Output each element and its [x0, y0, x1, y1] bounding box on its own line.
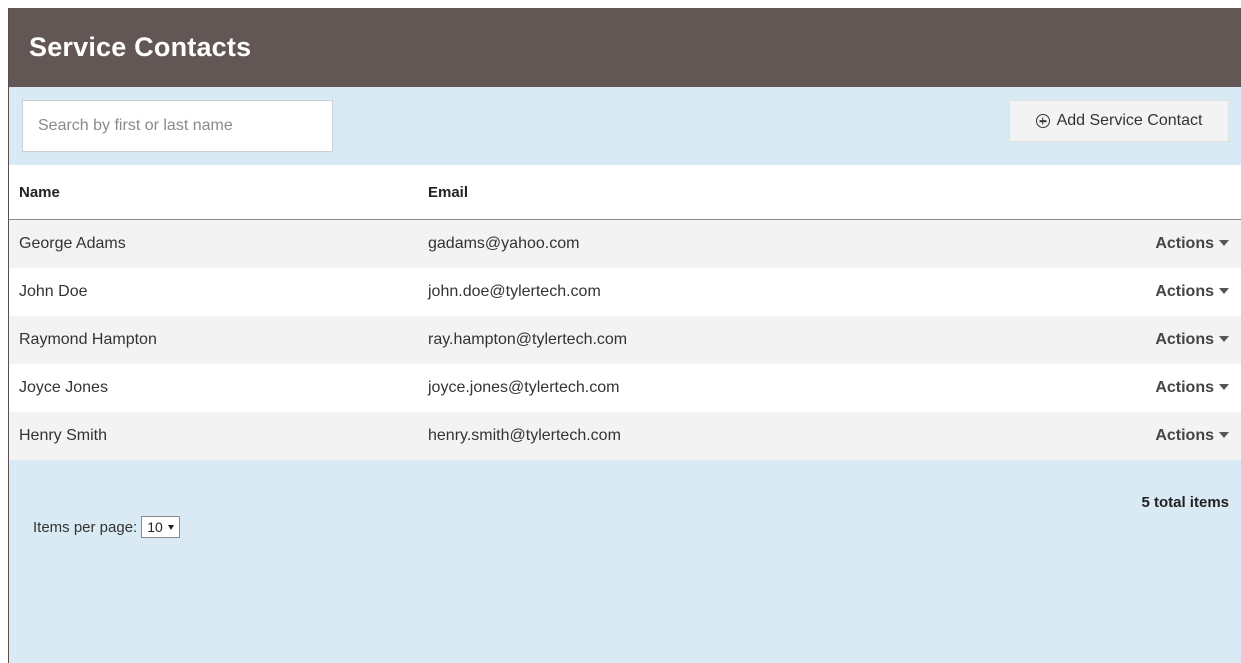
actions-dropdown-button[interactable]: Actions	[1155, 283, 1229, 300]
contact-email: gadams@yahoo.com	[418, 219, 998, 268]
add-service-contact-label: Add Service Contact	[1056, 112, 1203, 129]
service-contacts-panel: Service Contacts Add Service Contact Nam…	[8, 8, 1241, 663]
actions-cell: Actions	[998, 316, 1241, 364]
actions-label: Actions	[1155, 283, 1214, 300]
actions-dropdown-button[interactable]: Actions	[1155, 427, 1229, 444]
contact-email: joyce.jones@tylertech.com	[418, 364, 998, 412]
contact-email: henry.smith@tylertech.com	[418, 412, 998, 460]
contacts-table: Name Email George Adams gadams@yahoo.com…	[9, 165, 1241, 460]
contact-name: Henry Smith	[9, 412, 418, 460]
actions-label: Actions	[1155, 427, 1214, 444]
actions-cell: Actions	[998, 219, 1241, 268]
actions-dropdown-button[interactable]: Actions	[1155, 379, 1229, 396]
caret-down-icon	[1219, 335, 1229, 342]
table-footer: 5 total items Items per page: 10	[9, 460, 1241, 660]
contact-name: Joyce Jones	[9, 364, 418, 412]
caret-down-icon	[1219, 239, 1229, 246]
search-input[interactable]	[22, 100, 333, 152]
contact-email: ray.hampton@tylertech.com	[418, 316, 998, 364]
contact-email: john.doe@tylertech.com	[418, 268, 998, 316]
total-items-count: 5 total items	[1141, 494, 1229, 511]
items-per-page: Items per page: 10	[33, 516, 180, 538]
items-per-page-label: Items per page:	[33, 518, 138, 536]
caret-down-icon	[1219, 431, 1229, 438]
actions-label: Actions	[1155, 331, 1214, 348]
actions-dropdown-button[interactable]: Actions	[1155, 235, 1229, 252]
select-caret-down-icon	[167, 524, 174, 530]
add-service-contact-button[interactable]: Add Service Contact	[1009, 100, 1229, 142]
contact-name: George Adams	[9, 219, 418, 268]
column-header-name[interactable]: Name	[9, 165, 418, 220]
actions-cell: Actions	[998, 364, 1241, 412]
actions-dropdown-button[interactable]: Actions	[1155, 331, 1229, 348]
items-per-page-select[interactable]: 10	[141, 516, 180, 538]
table-header-row: Name Email	[9, 165, 1241, 220]
items-per-page-value: 10	[147, 519, 163, 535]
actions-label: Actions	[1155, 235, 1214, 252]
contact-name: Raymond Hampton	[9, 316, 418, 364]
column-header-actions	[998, 165, 1241, 220]
table-row: Henry Smith henry.smith@tylertech.com Ac…	[9, 412, 1241, 460]
caret-down-icon	[1219, 383, 1229, 390]
actions-cell: Actions	[998, 412, 1241, 460]
caret-down-icon	[1219, 287, 1229, 294]
table-row: George Adams gadams@yahoo.com Actions	[9, 219, 1241, 268]
panel-header: Service Contacts	[9, 8, 1241, 87]
actions-label: Actions	[1155, 379, 1214, 396]
actions-cell: Actions	[998, 268, 1241, 316]
table-row: Raymond Hampton ray.hampton@tylertech.co…	[9, 316, 1241, 364]
contact-name: John Doe	[9, 268, 418, 316]
column-header-email[interactable]: Email	[418, 165, 998, 220]
plus-circle-icon	[1035, 114, 1050, 128]
page-title: Service Contacts	[29, 32, 252, 62]
table-row: John Doe john.doe@tylertech.com Actions	[9, 268, 1241, 316]
toolbar: Add Service Contact	[9, 87, 1241, 165]
table-row: Joyce Jones joyce.jones@tylertech.com Ac…	[9, 364, 1241, 412]
